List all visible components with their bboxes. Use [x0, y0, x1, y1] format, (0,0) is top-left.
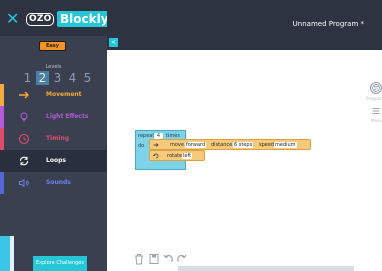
nav-label-light-effects: Light Effects — [46, 113, 89, 120]
ozo-logo: OZO — [26, 13, 55, 26]
difficulty-badge[interactable]: Easy — [39, 41, 66, 51]
move-block[interactable]: move forward distance 6 steps speed medi… — [149, 139, 311, 150]
brand-header: ✕ OZO Blockly — [0, 0, 112, 36]
nav-label-timing: Timing — [46, 135, 70, 142]
menu-label: Menu — [371, 118, 382, 123]
nav-timing[interactable]: Timing — [0, 128, 107, 150]
speed-dropdown[interactable]: medium — [274, 142, 297, 148]
nav-movement[interactable]: Movement — [0, 84, 107, 106]
menu-icon[interactable] — [372, 107, 380, 115]
rotate-label: rotate — [167, 153, 183, 159]
loop-icon — [19, 156, 29, 166]
rotate-direction-dropdown[interactable]: left — [182, 153, 193, 159]
levels-label: Levels — [45, 64, 62, 70]
category-bar — [0, 128, 4, 150]
rotate-block[interactable]: rotate left — [149, 150, 205, 161]
program-icon[interactable] — [370, 82, 382, 94]
nav-sounds[interactable]: Sounds — [0, 172, 107, 194]
category-bar — [0, 84, 4, 106]
arrow-right-icon — [19, 91, 29, 99]
top-bar: Unnamed Program * — [107, 0, 382, 50]
undo-icon[interactable] — [162, 252, 174, 266]
level-3[interactable]: 3 — [51, 71, 64, 85]
blockly-logo: Blockly — [57, 11, 112, 27]
close-icon[interactable]: ✕ — [6, 11, 19, 27]
save-icon[interactable] — [148, 252, 160, 266]
nav-label-loops: Loops — [46, 157, 66, 164]
level-2[interactable]: 2 — [36, 71, 49, 85]
level-5[interactable]: 5 — [81, 71, 94, 85]
nav-light-effects[interactable]: Light Effects — [0, 106, 107, 128]
nav-label-movement: Movement — [46, 91, 82, 98]
nav-label-sounds: Sounds — [46, 179, 71, 186]
level-4[interactable]: 4 — [66, 71, 79, 85]
sidebar: ✕ OZO Blockly Easy Levels 1 2 3 4 5 Move… — [0, 0, 112, 271]
speed-label: speed — [259, 142, 275, 148]
distance-dropdown[interactable]: 6 steps — [233, 142, 254, 148]
explore-challenges-button[interactable]: Explore Challenges — [33, 256, 87, 271]
horizontal-scrollbar[interactable] — [178, 266, 354, 271]
lightbulb-icon — [20, 112, 28, 122]
category-bar — [0, 106, 4, 128]
category-bar — [0, 172, 4, 194]
move-label: move — [170, 142, 184, 148]
edge-decoration — [10, 236, 14, 271]
clock-icon — [18, 133, 30, 145]
move-direction-dropdown[interactable]: forward — [185, 142, 207, 148]
collapse-sidebar-button[interactable]: < — [109, 38, 118, 47]
program-label: Program — [366, 96, 382, 101]
redo-icon[interactable] — [176, 252, 188, 266]
rotate-icon — [153, 153, 159, 159]
repeat-do-label: do — [138, 143, 145, 149]
distance-label: distance — [211, 142, 233, 148]
speaker-icon — [19, 178, 29, 188]
program-title[interactable]: Unnamed Program * — [293, 19, 364, 29]
level-1[interactable]: 1 — [21, 71, 34, 85]
category-bar — [0, 150, 4, 172]
arrow-right-icon — [153, 143, 159, 147]
nav-loops[interactable]: Loops — [0, 150, 107, 172]
trash-icon[interactable] — [133, 252, 145, 266]
